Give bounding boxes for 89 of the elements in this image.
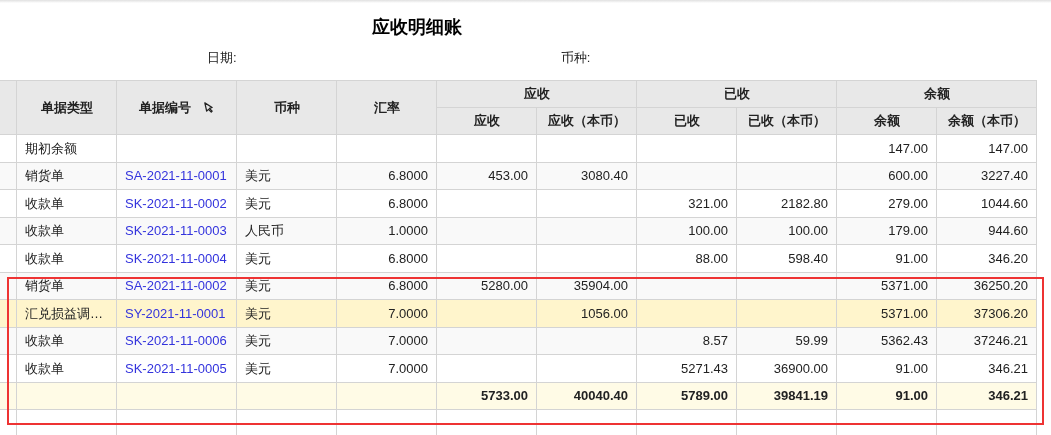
- filter-label: 日期:: [207, 49, 237, 67]
- table-cell-text: 2182.80: [781, 194, 828, 213]
- table-cell-text: 453.00: [488, 167, 528, 185]
- table-cell-text: 7.0000: [388, 304, 428, 323]
- column-group-header: 应收: [437, 81, 637, 108]
- table-cell-text: 3080.40: [581, 167, 628, 185]
- document-link[interactable]: SK-2021-11-0004: [125, 248, 227, 268]
- table-cell-text: 6.8000: [388, 277, 428, 295]
- table-cell-text: 944.60: [988, 222, 1028, 240]
- table-cell-text: 5371.00: [881, 304, 928, 323]
- table-cell-text: 6.8000: [388, 194, 428, 213]
- table-cell-text: 收款单: [25, 332, 64, 350]
- total-cell-text: 5789.00: [681, 387, 728, 405]
- table-cell-text: 346.21: [988, 359, 1028, 378]
- pin-icon[interactable]: [203, 102, 214, 113]
- document-link[interactable]: SY-2021-11-0001: [125, 303, 226, 323]
- table-cell-text: 598.40: [788, 249, 828, 268]
- column-header: 汇率: [337, 81, 437, 135]
- table-cell-text: 37246.21: [973, 332, 1028, 350]
- column-header: 币种: [237, 81, 337, 135]
- table-cell-text: 100.00: [688, 222, 728, 240]
- table-cell-text: 收款单: [25, 194, 64, 213]
- total-cell-text: 40040.40: [573, 387, 628, 405]
- table-cell-text: 179.00: [888, 222, 928, 240]
- table-cell-text: 7.0000: [388, 332, 428, 350]
- column-header: 单据类型: [17, 81, 117, 135]
- table-cell-text: 5280.00: [481, 277, 528, 295]
- total-cell-text: 346.21: [988, 387, 1028, 405]
- table-cell-text: 销货单: [25, 167, 64, 185]
- table-cell-text: 6.8000: [388, 249, 428, 268]
- document-link[interactable]: SK-2021-11-0006: [125, 331, 227, 351]
- table-cell-text: 279.00: [888, 194, 928, 213]
- table-cell-text: 美元: [245, 359, 271, 378]
- table-cell-text: 35904.00: [573, 277, 628, 295]
- table-cell-text: 美元: [245, 194, 271, 213]
- table-cell-text: 321.00: [688, 194, 728, 213]
- table-cell-text: 3227.40: [981, 167, 1028, 185]
- table-cell-text: 88.00: [695, 249, 728, 268]
- table-cell-text: 37306.20: [973, 304, 1028, 323]
- column-header: 单据编号: [117, 81, 237, 135]
- table-cell-text: 91.00: [895, 359, 928, 378]
- table-cell-text: 美元: [245, 167, 271, 185]
- table-cell-text: 147.00: [888, 139, 928, 158]
- filter-label: 币种:: [560, 49, 591, 67]
- table-cell-text: 人民币: [245, 222, 284, 240]
- total-cell-text: 39841.19: [773, 387, 828, 405]
- document-link[interactable]: SA-2021-11-0001: [125, 166, 227, 186]
- table-cell-text: 美元: [245, 249, 271, 268]
- total-cell-text: 91.00: [895, 387, 928, 405]
- table-cell-text: 147.00: [988, 139, 1028, 158]
- table-cell-text: 销货单: [25, 277, 64, 295]
- document-link[interactable]: SK-2021-11-0005: [125, 358, 227, 378]
- table-cell-text: 美元: [245, 277, 271, 295]
- table-cell-text: 600.00: [888, 167, 928, 185]
- column-header: 已收（本币）: [737, 108, 837, 135]
- document-link[interactable]: SK-2021-11-0003: [125, 221, 227, 241]
- column-group-header: 余额: [837, 81, 1037, 108]
- table-cell-text: 美元: [245, 304, 271, 323]
- column-header: 应收: [437, 108, 537, 135]
- column-header: 已收: [637, 108, 737, 135]
- table-cell-text: 6.8000: [388, 167, 428, 185]
- table-cell-text: 收款单: [25, 249, 64, 268]
- table-cell-text: 7.0000: [388, 359, 428, 378]
- table-cell-text: 期初余额: [25, 139, 77, 158]
- table-cell-text: 5371.00: [881, 277, 928, 295]
- table-cell-text: 1044.60: [981, 194, 1028, 213]
- table-cell-text: 346.20: [988, 249, 1028, 268]
- column-header: 余额: [837, 108, 937, 135]
- document-link[interactable]: SA-2021-11-0002: [125, 276, 227, 296]
- table-cell-text: 美元: [245, 332, 271, 350]
- table-cell-text: 5362.43: [881, 332, 928, 350]
- column-header: 应收（本币）: [537, 108, 637, 135]
- table-cell-text: 36250.20: [973, 277, 1028, 295]
- column-header: 余额（本币）: [937, 108, 1037, 135]
- column-group-header: 已收: [637, 81, 837, 108]
- total-cell-text: 5733.00: [481, 387, 528, 405]
- document-link[interactable]: SK-2021-11-0002: [125, 193, 227, 213]
- table-cell-text: 36900.00: [773, 359, 828, 378]
- report-title: 应收明细账: [372, 17, 462, 37]
- table-cell-text: 收款单: [25, 359, 64, 378]
- table-cell-text: 汇兑损益调…: [25, 304, 103, 323]
- table-cell-text: 100.00: [788, 222, 828, 240]
- table-cell-text: 1056.00: [581, 304, 628, 323]
- table-cell-text: 1.0000: [388, 222, 428, 240]
- table-cell-text: 收款单: [25, 222, 64, 240]
- table-cell-text: 5271.43: [681, 359, 728, 378]
- table-cell-text: 59.99: [795, 332, 828, 350]
- table-cell-text: 91.00: [895, 249, 928, 268]
- table-cell-text: 8.57: [702, 332, 728, 350]
